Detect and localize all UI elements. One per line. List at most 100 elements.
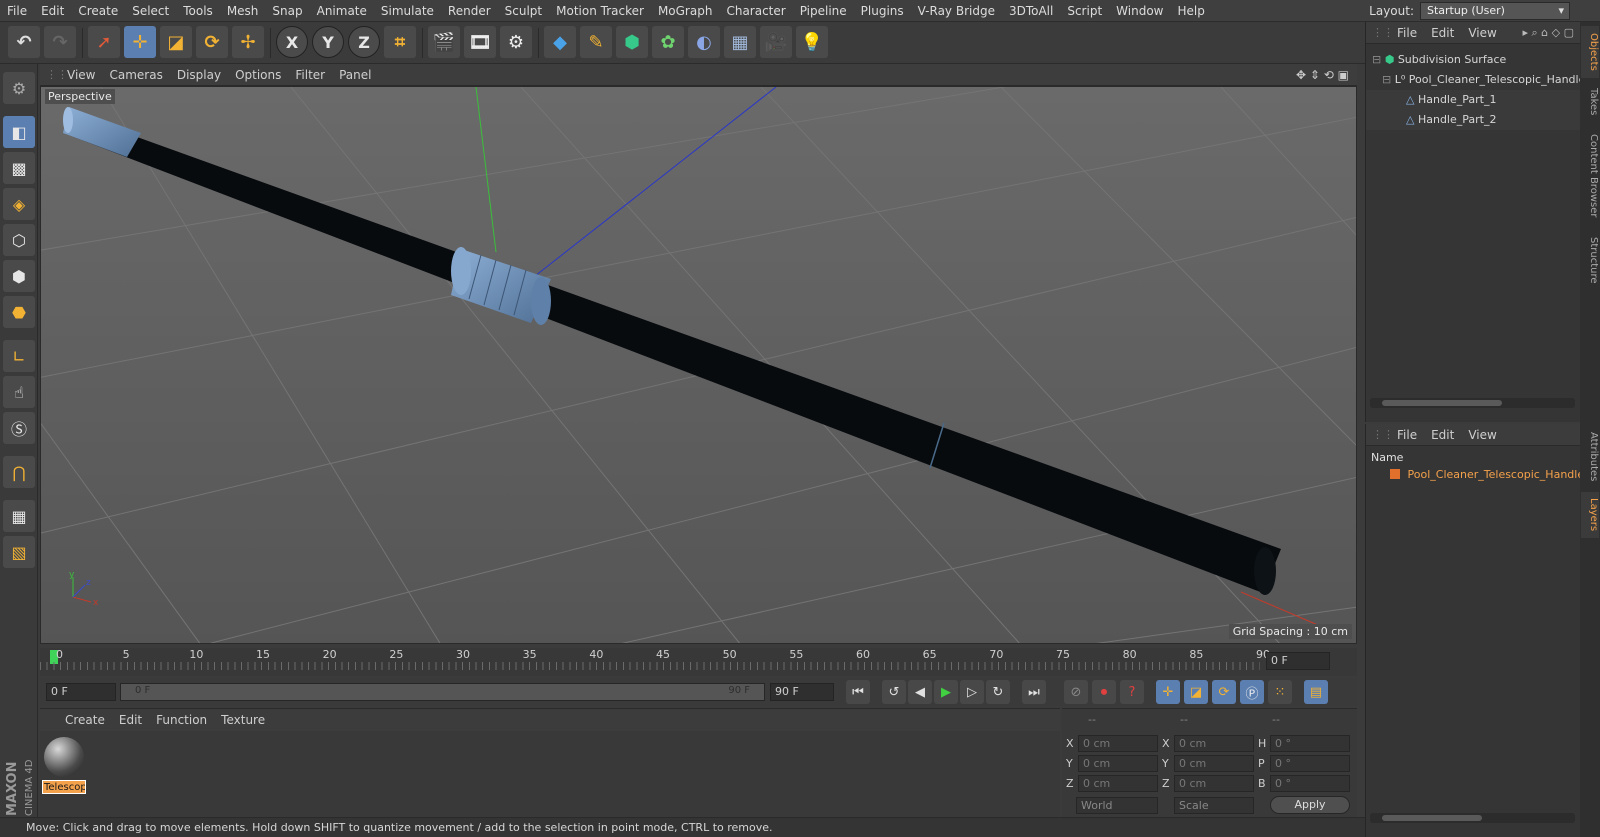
tab-structure[interactable]: Structure bbox=[1581, 230, 1599, 290]
layers-menu-file[interactable]: File bbox=[1390, 428, 1424, 442]
z-axis-lock-icon[interactable]: Z bbox=[348, 26, 380, 58]
autokey-icon[interactable]: ⏺ bbox=[1092, 680, 1116, 704]
menu-mesh[interactable]: Mesh bbox=[220, 0, 266, 22]
keyframe-selection-icon[interactable]: ? bbox=[1120, 680, 1144, 704]
rotate-tool-icon[interactable]: ⟳ bbox=[196, 26, 228, 58]
light-icon[interactable]: 💡 bbox=[796, 26, 828, 58]
viewport-navigation-icons[interactable]: ✥ ⇕ ⟲ ▣ bbox=[1296, 68, 1349, 82]
layers-menu-edit[interactable]: Edit bbox=[1424, 428, 1461, 442]
coordinate-mode-dropdown[interactable]: World bbox=[1076, 797, 1158, 814]
goto-start-icon[interactable]: ⏮ bbox=[846, 680, 870, 704]
layers-menu-view[interactable]: View bbox=[1461, 428, 1503, 442]
objects-menu-view[interactable]: View bbox=[1461, 26, 1503, 40]
render-view-icon[interactable]: 🎬 bbox=[428, 26, 460, 58]
render-picture-viewer-icon[interactable]: 🎞 bbox=[464, 26, 496, 58]
menu-script[interactable]: Script bbox=[1060, 0, 1109, 22]
apply-button[interactable]: Apply bbox=[1270, 796, 1350, 814]
objects-toolbar-icons[interactable]: ▸ ⌕ ⌂ ◇ ▢ bbox=[1522, 26, 1574, 40]
tab-attributes[interactable]: Attributes bbox=[1581, 426, 1599, 488]
min-frame-field[interactable]: 0 F bbox=[46, 683, 116, 701]
menu-sculpt[interactable]: Sculpt bbox=[498, 0, 549, 22]
deformer-icon[interactable]: ◐ bbox=[688, 26, 720, 58]
make-editable-icon[interactable]: ⚙ bbox=[3, 72, 35, 104]
scrollbar-thumb[interactable] bbox=[1382, 815, 1482, 821]
cloner-icon[interactable]: ✿ bbox=[652, 26, 684, 58]
viewport-menu-display[interactable]: Display bbox=[170, 68, 228, 82]
pen-spline-icon[interactable]: ✎ bbox=[580, 26, 612, 58]
material-menu-function[interactable]: Function bbox=[149, 713, 214, 727]
tree-row-handle-part-1[interactable]: △ Handle_Part_1 bbox=[1366, 90, 1580, 110]
redo-icon[interactable]: ↷ bbox=[44, 26, 76, 58]
menu-render[interactable]: Render bbox=[441, 0, 498, 22]
menu-help[interactable]: Help bbox=[1170, 0, 1211, 22]
objects-menu-file[interactable]: File bbox=[1390, 26, 1424, 40]
transform-tool-icon[interactable]: ✢ bbox=[232, 26, 264, 58]
layer-color-swatch[interactable] bbox=[1390, 469, 1400, 479]
viewport-menu-view[interactable]: View bbox=[60, 68, 102, 82]
key-rotation-icon[interactable]: ⟳ bbox=[1212, 680, 1236, 704]
prev-key-icon[interactable]: ↺ bbox=[882, 680, 906, 704]
scrollbar-thumb[interactable] bbox=[1382, 400, 1502, 406]
size-z-field[interactable]: 0 cm bbox=[1174, 775, 1254, 792]
rot-p-field[interactable]: 0 ° bbox=[1270, 755, 1350, 772]
menu-simulate[interactable]: Simulate bbox=[374, 0, 441, 22]
viewport-menu-panel[interactable]: Panel bbox=[332, 68, 378, 82]
next-key-icon[interactable]: ↻ bbox=[986, 680, 1010, 704]
current-frame-field[interactable]: 0 F bbox=[1266, 652, 1330, 670]
tree-row-handle-part-2[interactable]: △ Handle_Part_2 bbox=[1366, 110, 1580, 130]
size-mode-dropdown[interactable]: Scale bbox=[1174, 797, 1254, 814]
subdivision-surface-icon[interactable]: ⬢ bbox=[616, 26, 648, 58]
play-icon[interactable]: ▶ bbox=[934, 680, 958, 704]
texture-mode-icon[interactable]: ▩ bbox=[3, 152, 35, 184]
tab-takes[interactable]: Takes bbox=[1581, 82, 1599, 122]
model-mode-icon[interactable]: ◧ bbox=[3, 116, 35, 148]
scale-tool-icon[interactable]: ◪ bbox=[160, 26, 192, 58]
tree-row-handle-group[interactable]: ⊟ L⁰ Pool_Cleaner_Telescopic_Handle bbox=[1366, 70, 1585, 90]
next-frame-icon[interactable]: ▷ bbox=[960, 680, 984, 704]
y-axis-lock-icon[interactable]: Y bbox=[312, 26, 344, 58]
menu-motion-tracker[interactable]: Motion Tracker bbox=[549, 0, 651, 22]
points-mode-icon[interactable]: ⬡ bbox=[3, 224, 35, 256]
menu-plugins[interactable]: Plugins bbox=[854, 0, 911, 22]
prev-frame-icon[interactable]: ◀ bbox=[908, 680, 932, 704]
camera-icon[interactable]: 🎥 bbox=[760, 26, 792, 58]
pos-y-field[interactable]: 0 cm bbox=[1078, 755, 1158, 772]
rot-h-field[interactable]: 0 ° bbox=[1270, 735, 1350, 752]
objects-menu-edit[interactable]: Edit bbox=[1424, 26, 1461, 40]
key-pla-icon[interactable]: ⁙ bbox=[1268, 680, 1292, 704]
menu-file[interactable]: File bbox=[0, 0, 34, 22]
menu-animate[interactable]: Animate bbox=[310, 0, 374, 22]
select-tool-icon[interactable]: ➚ bbox=[88, 26, 120, 58]
collapse-icon[interactable]: ⊟ bbox=[1372, 53, 1381, 66]
tweak-mode-icon[interactable]: ☝ bbox=[3, 376, 35, 408]
pos-z-field[interactable]: 0 cm bbox=[1078, 775, 1158, 792]
menu-edit[interactable]: Edit bbox=[34, 0, 71, 22]
record-keys-icon[interactable]: ⊘ bbox=[1064, 680, 1088, 704]
menu-pipeline[interactable]: Pipeline bbox=[793, 0, 854, 22]
rot-b-field[interactable]: 0 ° bbox=[1270, 775, 1350, 792]
menu-window[interactable]: Window bbox=[1109, 0, 1170, 22]
snap-icon[interactable]: Ⓢ bbox=[3, 412, 35, 444]
tab-content-browser[interactable]: Content Browser bbox=[1581, 126, 1599, 226]
cube-primitive-icon[interactable]: ◆ bbox=[544, 26, 576, 58]
edges-mode-icon[interactable]: ⬢ bbox=[3, 260, 35, 292]
viewport-label[interactable]: Perspective bbox=[45, 89, 115, 104]
collapse-icon[interactable]: ⊟ bbox=[1382, 73, 1391, 86]
menu-character[interactable]: Character bbox=[719, 0, 792, 22]
render-settings-icon[interactable]: ⚙ bbox=[500, 26, 532, 58]
timeline-window-icon[interactable]: ▤ bbox=[1304, 680, 1328, 704]
magnet-icon[interactable]: ⋂ bbox=[3, 456, 35, 488]
planar-workplane-icon[interactable]: ▧ bbox=[3, 536, 35, 568]
key-parameter-icon[interactable]: Ⓟ bbox=[1240, 680, 1264, 704]
viewport-menu-cameras[interactable]: Cameras bbox=[102, 68, 169, 82]
menu-tools[interactable]: Tools bbox=[176, 0, 220, 22]
perspective-viewport[interactable]: y x z Perspective Grid Spacing : 10 cm bbox=[40, 86, 1357, 644]
goto-end-icon[interactable]: ⏭ bbox=[1022, 680, 1046, 704]
move-tool-icon[interactable]: ✛ bbox=[124, 26, 156, 58]
menu-snap[interactable]: Snap bbox=[265, 0, 309, 22]
layer-row[interactable]: Pool_Cleaner_Telescopic_Handle bbox=[1366, 465, 1584, 485]
tab-layers[interactable]: Layers bbox=[1581, 492, 1599, 538]
menu-mograph[interactable]: MoGraph bbox=[651, 0, 720, 22]
horizontal-scrollbar[interactable] bbox=[1370, 398, 1575, 408]
size-x-field[interactable]: 0 cm bbox=[1174, 735, 1254, 752]
